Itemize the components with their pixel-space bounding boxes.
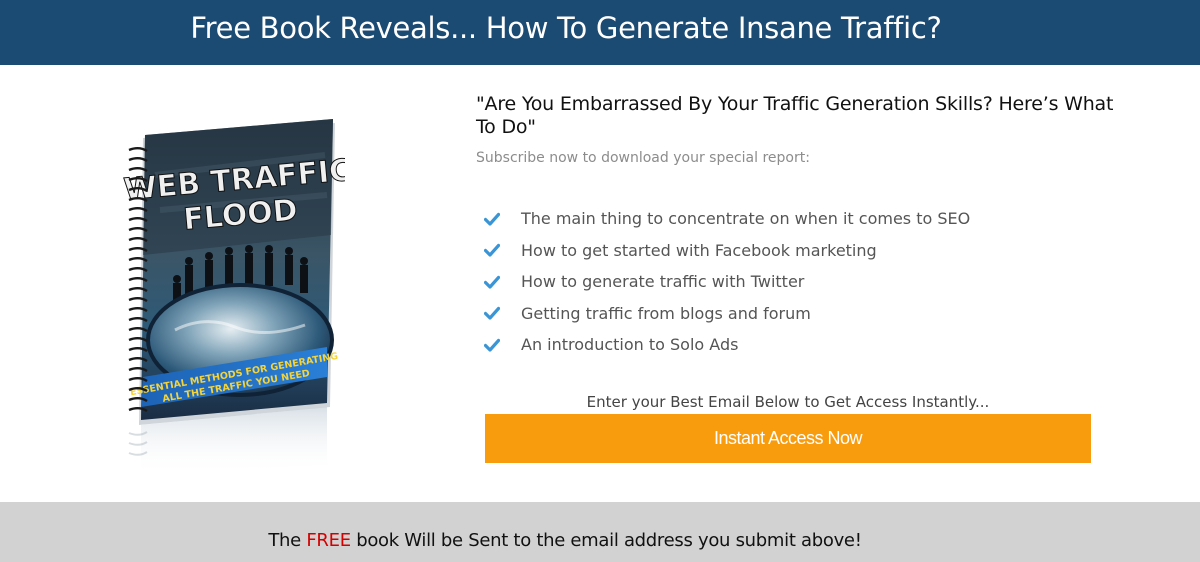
- benefit-text: An introduction to Solo Ads: [521, 335, 739, 355]
- top-banner: Free Book Reveals... How To Generate Ins…: [0, 0, 1200, 65]
- check-icon: [484, 307, 500, 320]
- benefit-item: Getting traffic from blogs and forum: [484, 298, 970, 330]
- ebook-cover-image: WEB TRAFFIC FLOOD ESSENTIAL METHODS FOR …: [115, 115, 345, 475]
- check-icon: [484, 212, 500, 226]
- footer-prefix: The: [268, 530, 301, 551]
- headline: "Are You Embarrassed By Your Traffic Gen…: [476, 93, 1114, 138]
- free-highlight: FREE: [306, 530, 351, 551]
- benefit-text: How to generate traffic with Twitter: [521, 272, 805, 292]
- instant-access-button[interactable]: Instant Access Now: [485, 414, 1091, 463]
- footer-note: The FREE book Will be Sent to the email …: [0, 530, 1130, 551]
- benefit-text: How to get started with Facebook marketi…: [521, 240, 877, 260]
- benefit-item: An introduction to Solo Ads: [484, 329, 970, 361]
- email-prompt: Enter your Best Email Below to Get Acces…: [586, 393, 990, 411]
- check-icon: [484, 338, 500, 352]
- footer-bar: The FREE book Will be Sent to the email …: [0, 502, 1200, 562]
- check-icon: [484, 244, 500, 257]
- benefit-text: The main thing to concentrate on when it…: [521, 209, 971, 229]
- benefit-item: How to get started with Facebook marketi…: [484, 235, 970, 267]
- footer-suffix: book Will be Sent to the email address y…: [356, 530, 862, 551]
- subtitle: Subscribe now to download your special r…: [476, 150, 810, 166]
- check-icon: [484, 275, 500, 289]
- benefit-item: How to generate traffic with Twitter: [484, 266, 970, 298]
- benefit-item: The main thing to concentrate on when it…: [484, 203, 970, 235]
- benefits-list: The main thing to concentrate on when it…: [484, 203, 970, 361]
- benefit-text: Getting traffic from blogs and forum: [521, 303, 811, 323]
- page-title: Free Book Reveals... How To Generate Ins…: [190, 11, 942, 45]
